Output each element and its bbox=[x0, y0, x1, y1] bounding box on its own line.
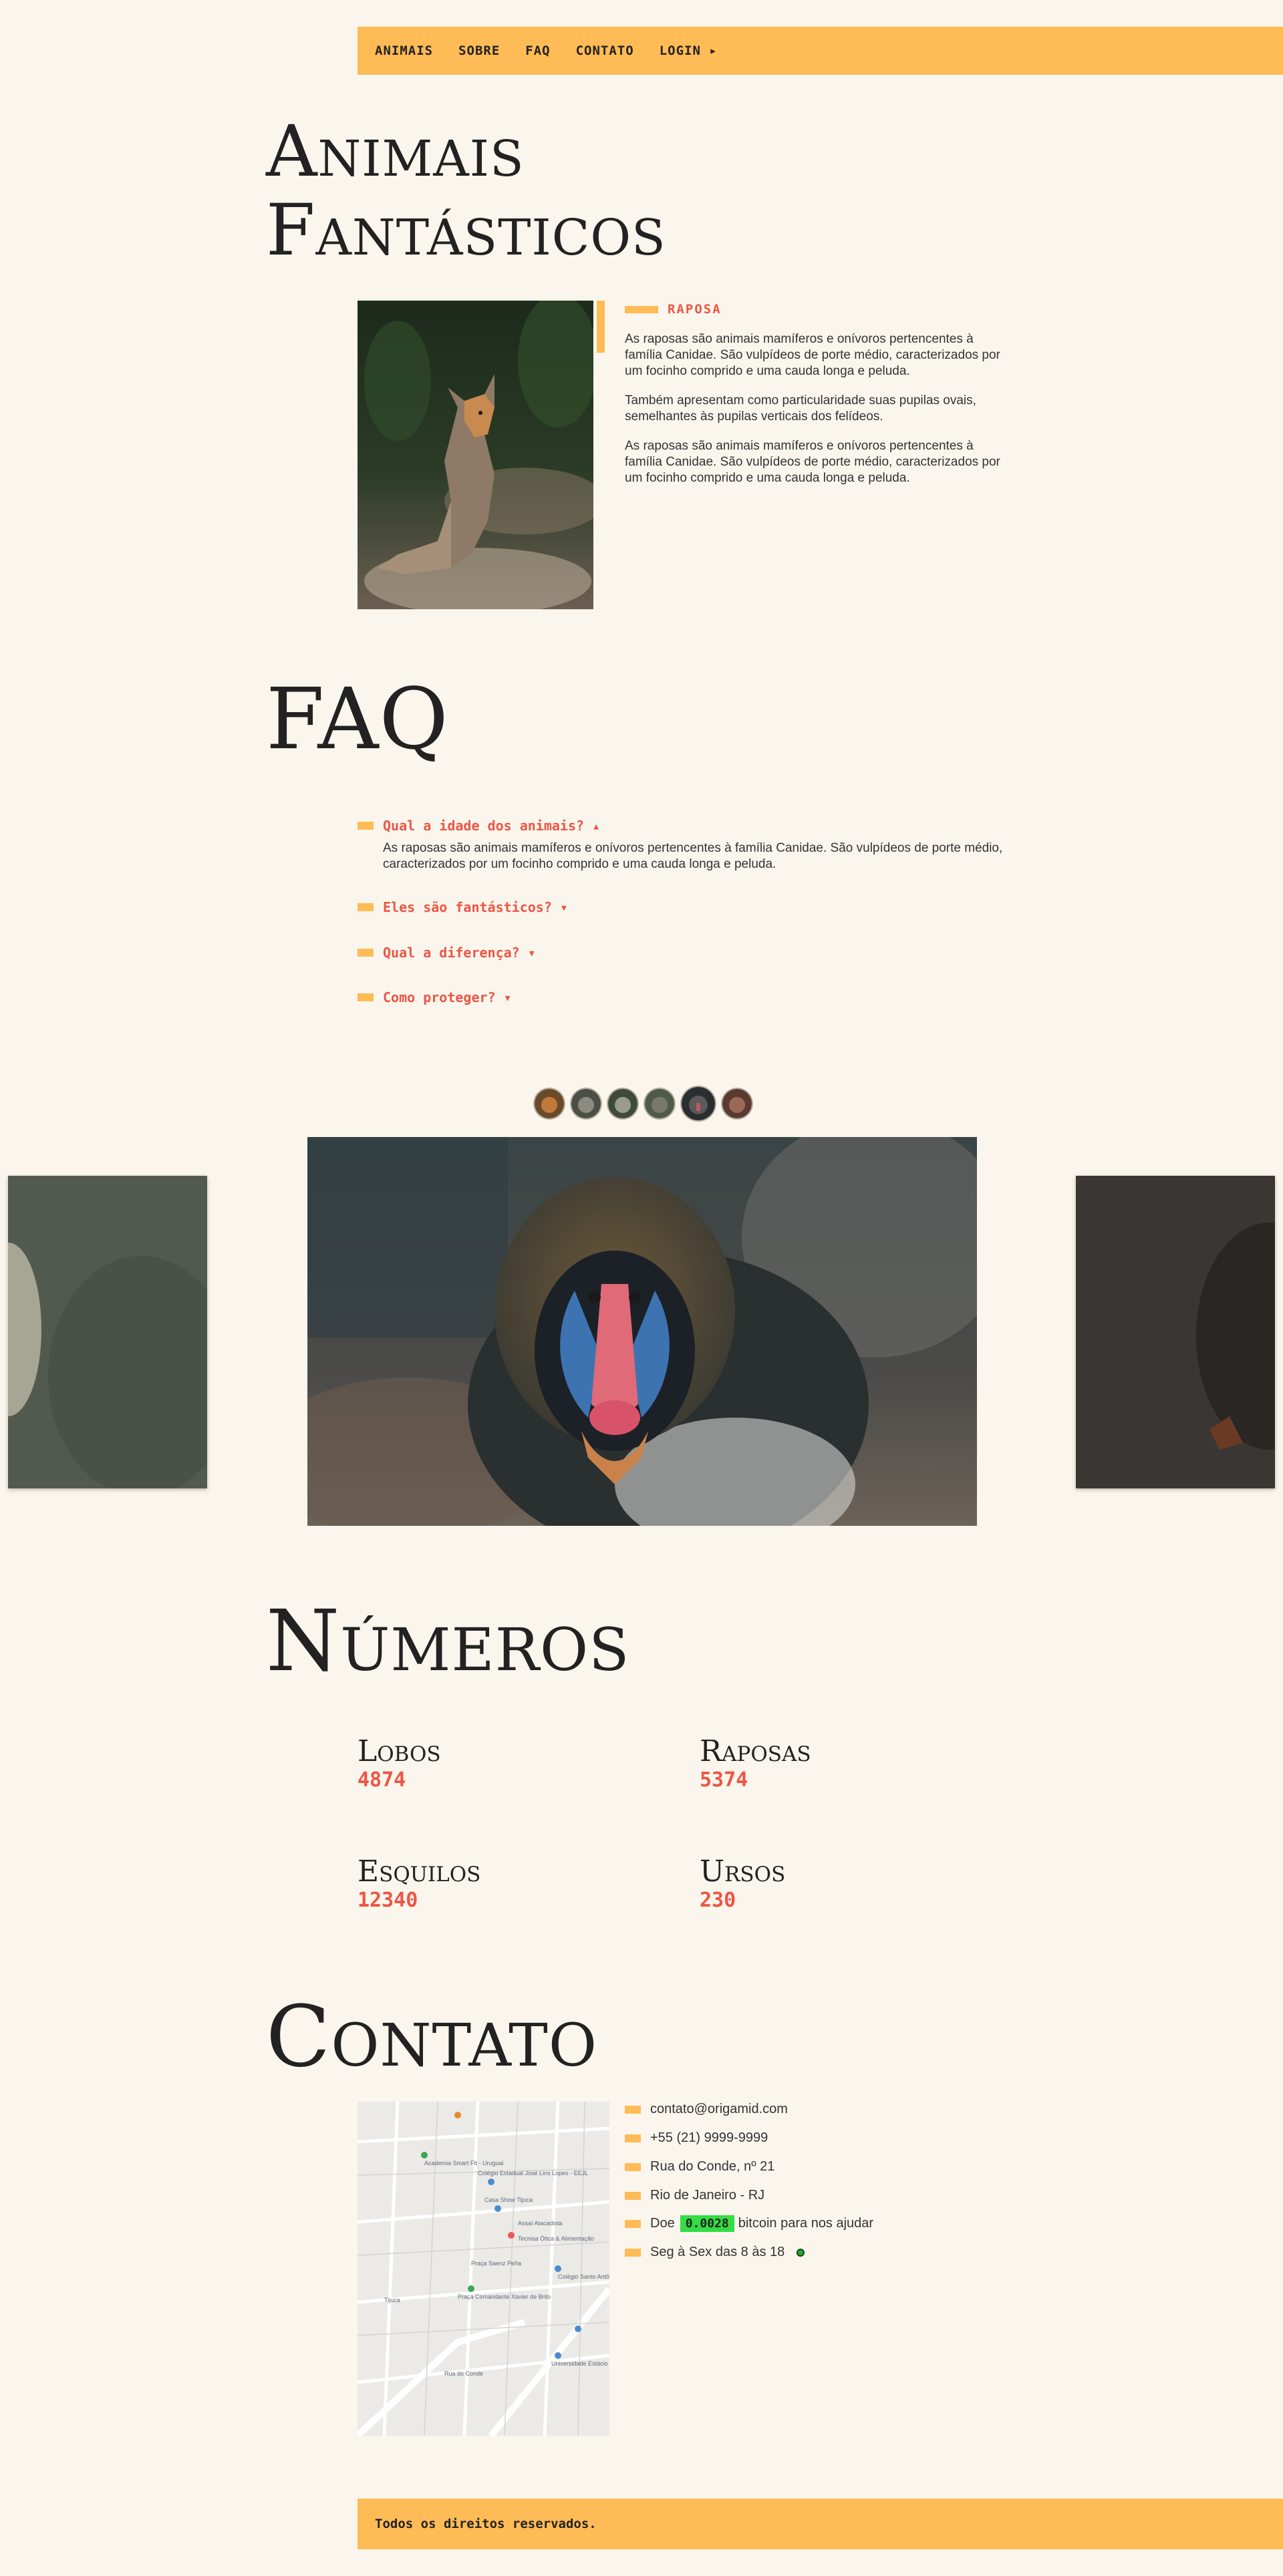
faq-question-text[interactable]: Qual a diferença? ▾ bbox=[383, 945, 536, 961]
contact-address-text: Rua do Conde, nº 21 bbox=[650, 2159, 775, 2174]
faq-question-text[interactable]: Qual a idade dos animais? ▴ bbox=[383, 818, 600, 834]
donate-prefix: Doe bbox=[650, 2216, 675, 2231]
contact-city-text: Rio de Janeiro - RJ bbox=[650, 2188, 765, 2203]
contact-bar bbox=[625, 2105, 641, 2114]
thumbnail-wolf[interactable] bbox=[571, 1089, 601, 1118]
stat-raposas: Raposas 5374 bbox=[700, 1734, 811, 1792]
animal-description-2: Também apresentam como particularidade s… bbox=[625, 393, 976, 424]
faq-question-text[interactable]: Eles são fantásticos? ▾ bbox=[383, 899, 568, 915]
faq-question-1[interactable]: Qual a idade dos animais? ▴ bbox=[358, 818, 600, 834]
stat-value: 230 bbox=[700, 1889, 736, 1912]
contact-email-text[interactable]: contato@origamid.com bbox=[650, 2102, 788, 2117]
contact-city: Rio de Janeiro - RJ bbox=[625, 2188, 764, 2203]
label-bar bbox=[625, 305, 658, 313]
faq-bar bbox=[358, 903, 374, 911]
stat-label: Raposas bbox=[700, 1734, 811, 1768]
btc-value: 0.0028 bbox=[680, 2215, 734, 2232]
animal-description-3: As raposas são animais mamíferos e onívo… bbox=[625, 439, 1000, 485]
map[interactable]: Academia Smart Fit - Uruguai Colégio Est… bbox=[358, 2102, 609, 2436]
stat-value: 5374 bbox=[700, 1768, 748, 1792]
thumbnail-mandrill[interactable] bbox=[682, 1087, 715, 1120]
contact-bar bbox=[625, 2134, 641, 2142]
contact-hours: Seg à Sex das 8 às 18 bbox=[625, 2245, 805, 2260]
nav-animais[interactable]: ANIMAIS bbox=[375, 43, 433, 58]
contact-phone: +55 (21) 9999-9999 bbox=[625, 2130, 768, 2146]
contact-phone-text: +55 (21) 9999-9999 bbox=[650, 2130, 768, 2145]
gallery-thumbnails bbox=[535, 1087, 752, 1120]
stat-value: 12340 bbox=[358, 1889, 418, 1912]
footer: Todos os direitos reservados. bbox=[358, 2499, 1283, 2549]
map-label: Universidade Estácio - Tijuca bbox=[551, 2360, 609, 2367]
map-label: Assaí Atacadista bbox=[518, 2220, 563, 2227]
contact-bar bbox=[625, 2191, 641, 2200]
contact-bar bbox=[625, 2219, 641, 2228]
map-label: Rua do Conde bbox=[444, 2370, 483, 2377]
faq-question-text[interactable]: Como proteger? ▾ bbox=[383, 989, 512, 1005]
top-nav: ANIMAIS SOBRE FAQ CONTATO LOGIN ▸ bbox=[358, 27, 1283, 75]
donate-suffix: bitcoin para nos ajudar bbox=[738, 2216, 874, 2231]
gallery-main-image bbox=[307, 1137, 977, 1526]
faq-question-2[interactable]: Eles são fantásticos? ▾ bbox=[358, 899, 568, 915]
map-label: Tecnisa Ótica & Alimentação bbox=[518, 2235, 594, 2242]
map-label: Colégio Estadual José Lins Lopes - EEJL bbox=[478, 2170, 588, 2177]
contact-email: contato@origamid.com bbox=[625, 2102, 788, 2117]
stat-ursos: Ursos 230 bbox=[700, 1855, 785, 1912]
nav-sobre[interactable]: SOBRE bbox=[458, 43, 500, 58]
animal-name-text: RAPOSA bbox=[668, 302, 722, 317]
thumbnail-monkey[interactable] bbox=[722, 1089, 752, 1118]
stat-esquilos: Esquilos 12340 bbox=[358, 1855, 480, 1912]
animal-name: RAPOSA bbox=[625, 302, 722, 317]
faq-bar bbox=[358, 993, 374, 1001]
footer-text: Todos os direitos reservados. bbox=[375, 2517, 597, 2531]
map-label: Academia Smart Fit - Uruguai bbox=[424, 2160, 504, 2166]
faq-question-4[interactable]: Como proteger? ▾ bbox=[358, 989, 512, 1005]
contact-address: Rua do Conde, nº 21 bbox=[625, 2159, 774, 2175]
contact-bar bbox=[625, 2162, 641, 2171]
map-label: Colégio Santo Antônio bbox=[558, 2273, 609, 2280]
page-title-line2: Fantásticos bbox=[266, 189, 666, 271]
map-label: Praça Comandante Xavier de Brito bbox=[458, 2293, 551, 2300]
map-label: Praça Saenz Peña bbox=[471, 2260, 521, 2267]
stat-lobos: Lobos 4874 bbox=[358, 1734, 441, 1792]
numbers-title: Números bbox=[266, 1592, 630, 1690]
stat-label: Lobos bbox=[358, 1734, 441, 1768]
fox-image bbox=[358, 301, 593, 609]
contact-title: Contato bbox=[266, 1987, 598, 2086]
stat-label: Esquilos bbox=[358, 1855, 481, 1889]
gallery-prev-image[interactable] bbox=[8, 1176, 207, 1488]
animal-description-1: As raposas são animais mamíferos e onívo… bbox=[625, 332, 1000, 378]
nav-contato[interactable]: CONTATO bbox=[576, 43, 634, 58]
open-status-icon bbox=[797, 2248, 805, 2257]
accent-bar bbox=[597, 301, 605, 353]
faq-title: FAQ bbox=[266, 670, 449, 768]
faq-bar bbox=[358, 822, 374, 830]
faq-answer-1: As raposas são animais mamíferos e onívo… bbox=[383, 841, 1003, 871]
stat-label: Ursos bbox=[700, 1855, 786, 1889]
nav-faq[interactable]: FAQ bbox=[525, 43, 550, 58]
page-title-line1: Animais bbox=[266, 110, 525, 192]
contact-donate: Doe 0.0028 bitcoin para nos ajudar bbox=[625, 2215, 873, 2232]
stat-value: 4874 bbox=[358, 1768, 406, 1792]
contact-bar bbox=[625, 2248, 641, 2257]
map-label: Tijuca bbox=[384, 2297, 400, 2303]
faq-bar bbox=[358, 949, 374, 957]
contact-hours-text: Seg à Sex das 8 às 18 bbox=[650, 2245, 785, 2259]
faq-question-3[interactable]: Qual a diferença? ▾ bbox=[358, 945, 536, 961]
map-label: Casa Show Tijuca bbox=[484, 2197, 533, 2203]
gallery-next-image[interactable] bbox=[1076, 1176, 1275, 1488]
page-title: Animais Fantásticos bbox=[266, 112, 666, 270]
thumbnail-fox[interactable] bbox=[535, 1089, 564, 1118]
thumbnail-squirrel[interactable] bbox=[608, 1089, 637, 1118]
nav-login[interactable]: LOGIN ▸ bbox=[660, 43, 718, 58]
thumbnail-bear[interactable] bbox=[645, 1089, 674, 1118]
